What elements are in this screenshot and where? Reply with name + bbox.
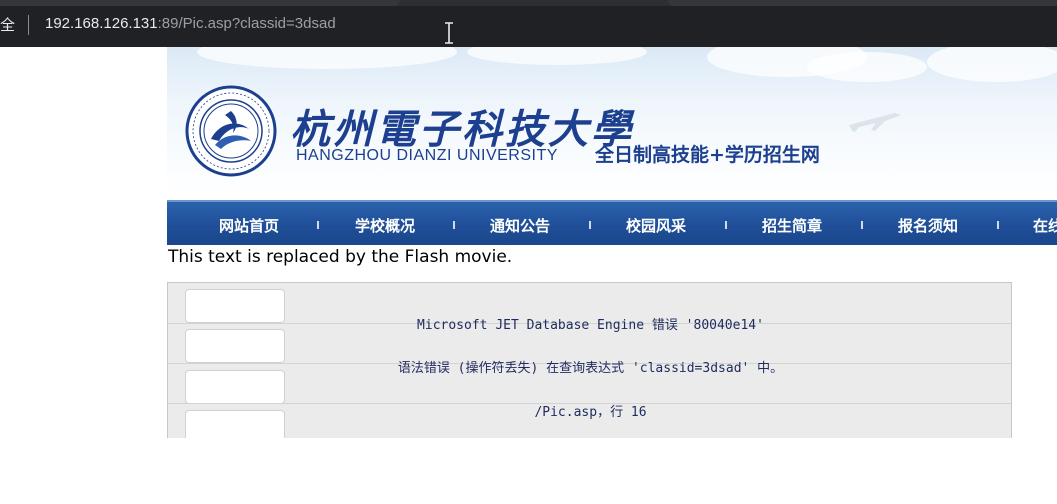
error-detail: 语法错误 (操作符丢失) 在查询表达式 'classid=3dsad' 中。	[397, 361, 784, 376]
error-message-panel: Microsoft JET Database Engine 错误 '80040e…	[167, 282, 1012, 438]
cloud-decoration	[927, 47, 1057, 82]
site-title: 全日制高技能+学历招生网	[595, 144, 820, 166]
flash-placeholder-text: This text is replaced by the Flash movie…	[168, 247, 513, 267]
nav-divider	[861, 221, 863, 229]
browser-address-bar: 全 192.168.126.131:89/Pic.asp?classid=3ds…	[0, 0, 1057, 47]
nav-item-about[interactable]: 学校概况	[355, 215, 415, 236]
url-path: :89/Pic.asp?classid=3dsad	[157, 15, 336, 32]
nav-item-notices[interactable]: 通知公告	[490, 215, 550, 236]
browser-tab[interactable]	[0, 0, 400, 6]
cloud-decoration	[467, 47, 647, 65]
text-cursor-icon	[445, 22, 453, 44]
nav-divider	[997, 221, 999, 229]
main-navigation: 网站首页 学校概况 通知公告 校园风采 招生简章 报名须知 在线	[167, 200, 1057, 245]
url-field[interactable]: 192.168.126.131:89/Pic.asp?classid=3dsad	[45, 15, 336, 32]
security-indicator[interactable]: 全	[0, 14, 15, 35]
browser-tab-strip	[0, 0, 1057, 6]
nav-item-campus[interactable]: 校园风采	[626, 215, 686, 236]
nav-divider	[317, 221, 319, 229]
site-header-banner: 杭州電子科技大學 HANGZHOU DIANZI UNIVERSITY 全日制高…	[167, 47, 1057, 200]
cloud-decoration	[197, 47, 457, 69]
url-host: 192.168.126.131	[45, 15, 158, 32]
nav-item-registration[interactable]: 报名须知	[898, 215, 958, 236]
nav-item-home[interactable]: 网站首页	[219, 215, 279, 236]
error-location: /Pic.asp，行 16	[534, 405, 647, 420]
nav-divider	[725, 221, 727, 229]
address-separator	[28, 15, 29, 35]
browser-tab[interactable]	[668, 0, 1057, 6]
nav-item-online[interactable]: 在线	[1033, 215, 1057, 236]
error-title: Microsoft JET Database Engine 错误 '80040e…	[417, 318, 764, 333]
nav-divider	[453, 221, 455, 229]
nav-divider	[589, 221, 591, 229]
cloud-decoration	[807, 52, 927, 82]
nav-item-admissions[interactable]: 招生简章	[762, 215, 822, 236]
university-logo-icon	[185, 85, 277, 177]
airplane-icon	[849, 113, 901, 132]
university-name-english: HANGZHOU DIANZI UNIVERSITY	[296, 147, 558, 164]
